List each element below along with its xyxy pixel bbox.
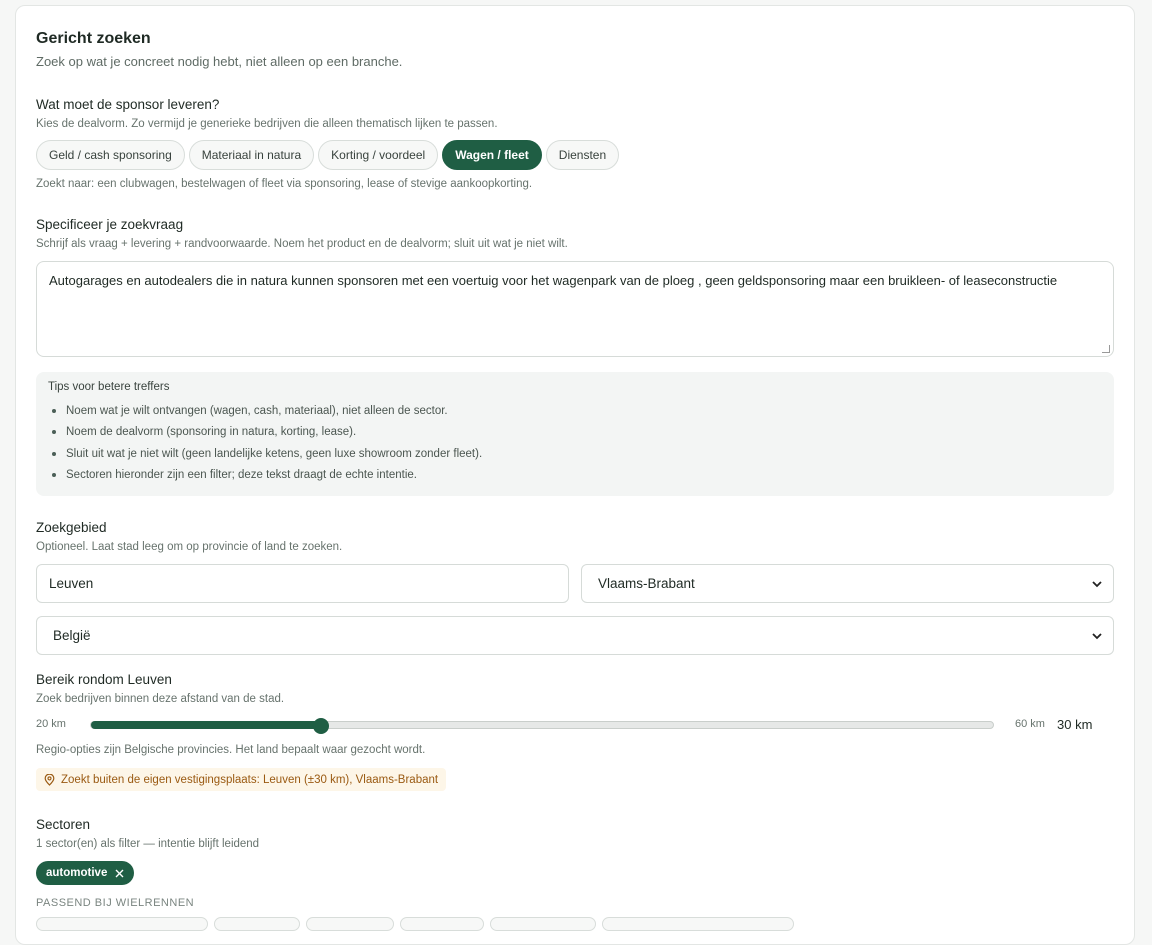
sector-tag-label: automotive [46, 867, 108, 879]
province-select[interactable]: Vlaams-Brabant [581, 564, 1114, 603]
tips-title: Tips voor betere treffers [48, 381, 170, 393]
suggested-sector-chip[interactable] [36, 917, 208, 931]
country-value: België [53, 628, 91, 643]
range-min-label: 20 km [36, 718, 66, 730]
deal-option-services[interactable]: Diensten [545, 140, 620, 170]
deal-hint: Kies de dealvorm. Zo vermijd je generiek… [36, 118, 498, 130]
tip-text: Noem wat je wilt ontvangen (wagen, cash,… [66, 404, 448, 417]
notice-text: Zoekt buiten de eigen vestigingsplaats: … [61, 773, 439, 786]
area-hint: Optioneel. Laat stad leeg om op provinci… [36, 541, 343, 553]
bullet-icon [52, 430, 56, 435]
tips-box: Tips voor betere treffers Noem wat je wi… [36, 372, 1114, 496]
close-icon[interactable] [115, 869, 124, 878]
sectors-label: Sectoren [36, 817, 91, 832]
query-text: Autogarages en autodealers die in natura… [49, 273, 1058, 288]
deal-note: Zoekt naar: een clubwagen, bestelwagen o… [36, 178, 533, 190]
country-select[interactable]: België [36, 616, 1114, 655]
deal-option-fleet[interactable]: Wagen / fleet [442, 140, 542, 170]
sectors-hint: 1 sector(en) als filter — intentie blijf… [36, 838, 260, 850]
search-card: Gericht zoeken Zoek op wat je concreet n… [15, 5, 1135, 945]
tip-text: Noem de dealvorm (sponsoring in natura, … [66, 426, 357, 439]
chevron-down-icon [1092, 581, 1102, 588]
page-title: Gericht zoeken [36, 30, 151, 47]
bullet-icon [52, 451, 56, 456]
page-subtitle: Zoek op wat je concreet nodig hebt, niet… [36, 54, 403, 69]
city-input[interactable]: Leuven [36, 564, 569, 603]
list-item: Noem wat je wilt ontvangen (wagen, cash,… [48, 400, 1102, 422]
chevron-down-icon [1092, 633, 1102, 640]
suggested-sector-chip[interactable] [490, 917, 596, 931]
province-value: Vlaams-Brabant [598, 576, 695, 591]
suggested-sector-chip[interactable] [214, 917, 300, 931]
range-row: 20 km 60 km 30 km [36, 717, 1096, 734]
deal-option-cash[interactable]: Geld / cash sponsoring [36, 140, 185, 170]
sector-tag[interactable]: automotive [36, 861, 135, 885]
range-hint: Zoek bedrijven binnen deze afstand van d… [36, 693, 285, 705]
suggested-sector-chip[interactable] [602, 917, 794, 931]
deal-option-discount[interactable]: Korting / voordeel [318, 140, 439, 170]
query-textarea[interactable]: Autogarages en autodealers die in natura… [36, 261, 1114, 357]
map-pin-icon [44, 773, 55, 786]
resize-handle[interactable] [1102, 345, 1110, 353]
suggested-sector-chip[interactable] [306, 917, 394, 931]
range-label: Bereik rondom Leuven [36, 672, 172, 687]
bullet-icon [52, 473, 56, 478]
range-note: Regio-opties zijn Belgische provincies. … [36, 744, 426, 756]
deal-options: Geld / cash sponsoring Materiaal in natu… [36, 140, 620, 170]
suggested-sector-chip[interactable] [400, 917, 484, 931]
list-item: Sectoren hieronder zijn een filter; deze… [48, 465, 1102, 487]
deal-label: Wat moet de sponsor leveren? [36, 97, 220, 112]
range-max-label: 60 km [1015, 718, 1045, 730]
range-fill [91, 721, 321, 729]
tip-text: Sluit uit wat je niet wilt (geen landeli… [66, 447, 483, 460]
list-item: Sluit uit wat je niet wilt (geen landeli… [48, 443, 1102, 465]
query-label: Specificeer je zoekvraag [36, 217, 184, 232]
tip-text: Sectoren hieronder zijn een filter; deze… [66, 469, 417, 482]
range-thumb[interactable] [313, 718, 329, 734]
list-item: Noem de dealvorm (sponsoring in natura, … [48, 422, 1102, 444]
tips-list: Noem wat je wilt ontvangen (wagen, cash,… [48, 400, 1102, 486]
bullet-icon [52, 408, 56, 413]
query-hint: Schrijf als vraag + levering + randvoorw… [36, 238, 568, 250]
area-label: Zoekgebied [36, 520, 107, 535]
deal-option-material[interactable]: Materiaal in natura [188, 140, 315, 170]
location-notice: Zoekt buiten de eigen vestigingsplaats: … [36, 768, 447, 791]
range-slider[interactable] [90, 718, 994, 734]
suggested-sectors-label: PASSEND BIJ WIELRENNEN [36, 897, 195, 909]
city-value: Leuven [49, 576, 94, 591]
range-value: 30 km [1057, 717, 1093, 732]
